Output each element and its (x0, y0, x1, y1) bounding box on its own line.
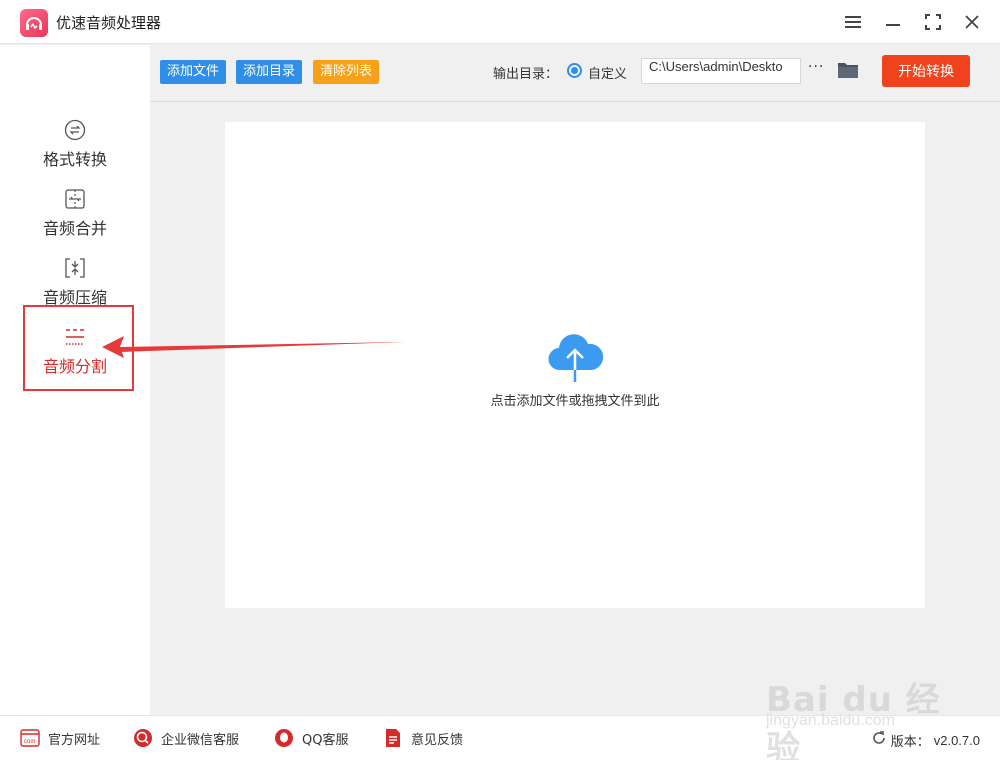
wechat-service-icon (133, 728, 153, 748)
sidebar-item-audio-merge[interactable]: 音频合并 (0, 183, 150, 249)
annotation-arrow-icon (102, 336, 405, 358)
footer-link-qq-service[interactable]: QQ客服 (274, 728, 348, 748)
toolbar: 添加文件 添加目录 清除列表 输出目录： 自定义 C:\Users\admin\… (150, 45, 1000, 102)
browse-more-button[interactable]: ··· (808, 59, 824, 75)
output-directory-label: 输出目录： (493, 67, 559, 82)
website-icon: com (20, 728, 40, 748)
footer-link-website[interactable]: com 官方网址 (20, 728, 100, 748)
title-bar: 优速音频处理器 (0, 0, 1000, 44)
sidebar-item-label: 音频合并 (42, 219, 107, 238)
maximize-icon[interactable] (921, 10, 945, 34)
footer-link-label: QQ客服 (302, 732, 349, 748)
version-number: v2.0.7.0 (933, 732, 980, 748)
cloud-upload-icon (545, 326, 605, 384)
svg-text:com: com (24, 739, 35, 745)
qq-icon (274, 728, 294, 748)
sidebar-item-format-convert[interactable]: 格式转换 (0, 114, 150, 180)
custom-output-radio-label[interactable]: 自定义 (588, 63, 627, 82)
minimize-icon[interactable] (881, 10, 905, 34)
format-convert-icon (63, 118, 87, 142)
version-info: 版本： v2.0.7.0 (871, 730, 980, 750)
file-drop-zone[interactable]: 点击添加文件或拖拽文件到此 (225, 122, 925, 608)
add-directory-button[interactable]: 添加目录 (236, 60, 303, 84)
app-logo-icon (20, 9, 48, 37)
compress-icon (63, 256, 87, 280)
close-icon[interactable] (960, 10, 984, 34)
refresh-icon[interactable] (871, 730, 887, 750)
custom-output-radio[interactable] (567, 63, 582, 78)
footer-link-wechat-service[interactable]: 企业微信客服 (133, 728, 239, 748)
feedback-icon (383, 728, 403, 748)
footer-link-label: 意见反馈 (411, 732, 464, 748)
output-path-field[interactable]: C:\Users\admin\Deskto (641, 58, 801, 84)
start-convert-button[interactable]: 开始转换 (882, 55, 970, 87)
footer-link-feedback[interactable]: 意见反馈 (383, 728, 463, 748)
footer: com 官方网址 企业微信客服 QQ客服 意见反馈 版本： v2.0.7.0 (0, 715, 1000, 760)
app-title: 优速音频处理器 (56, 14, 162, 32)
footer-link-label: 企业微信客服 (161, 732, 240, 748)
clear-list-button[interactable]: 清除列表 (313, 60, 380, 84)
sidebar-item-label: 格式转换 (42, 150, 107, 169)
menu-icon[interactable] (841, 10, 865, 34)
version-label: 版本： (890, 734, 930, 750)
footer-link-label: 官方网址 (48, 732, 101, 748)
open-folder-icon[interactable] (837, 61, 859, 79)
drop-hint-text: 点击添加文件或拖拽文件到此 (490, 394, 660, 409)
add-file-button[interactable]: 添加文件 (160, 60, 227, 84)
merge-icon (63, 187, 87, 211)
